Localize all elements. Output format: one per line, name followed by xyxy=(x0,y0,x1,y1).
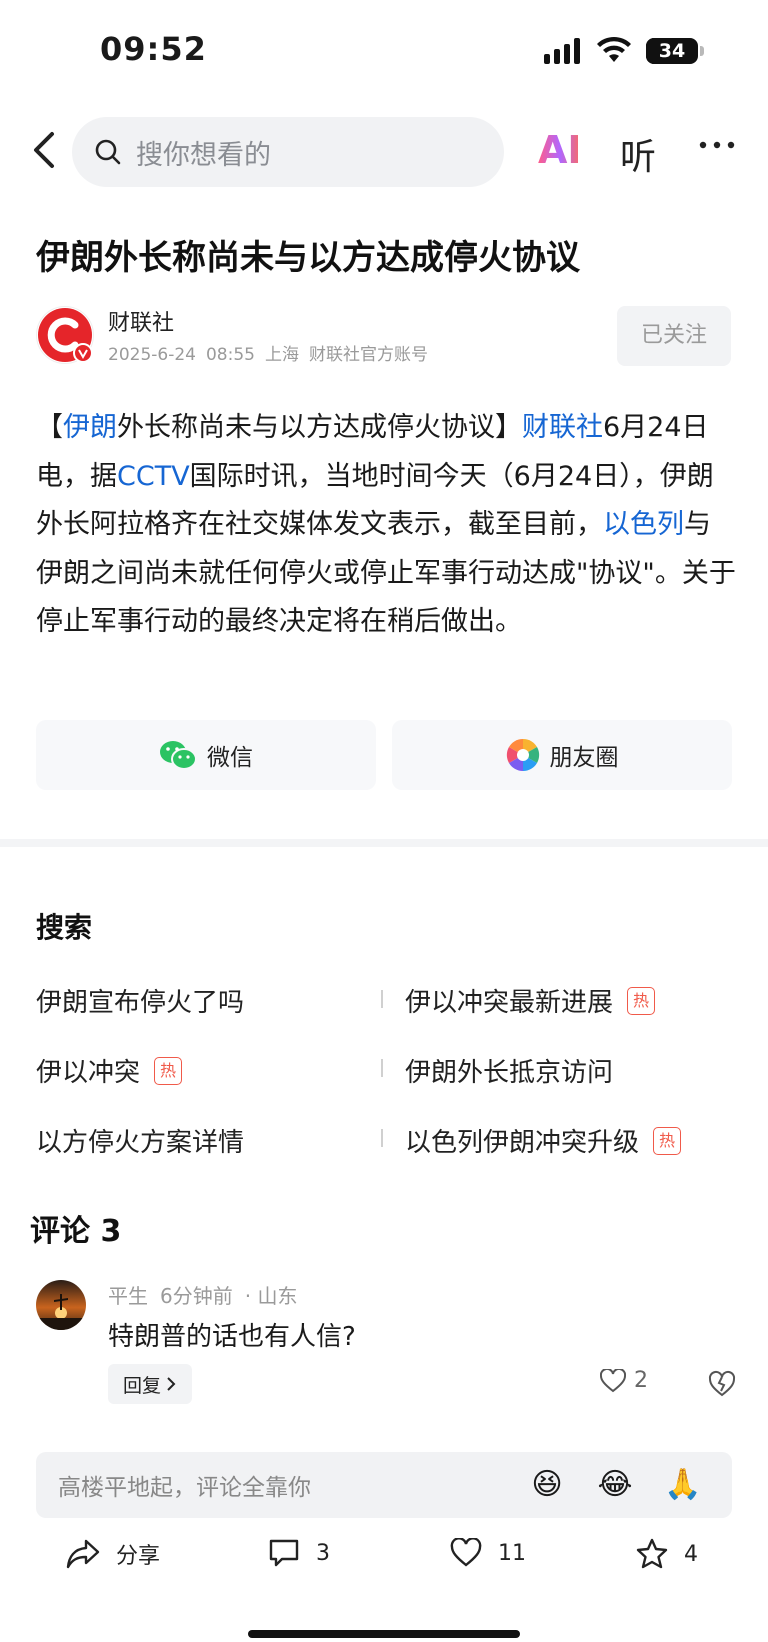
account-type: 财联社官方账号 xyxy=(308,345,428,365)
favorite-button[interactable]: 4 xyxy=(636,1538,698,1570)
moments-icon xyxy=(506,738,539,772)
favorites-count: 4 xyxy=(684,1541,698,1567)
search-bar[interactable]: 搜你想看的 xyxy=(72,117,504,187)
comment-bubble-icon xyxy=(269,1539,299,1567)
comment-time: 6分钟前 xyxy=(160,1284,233,1308)
share-label: 分享 xyxy=(116,1544,161,1569)
like-button[interactable]: 11 xyxy=(450,1538,526,1568)
article-title: 伊朗外长称尚未与以方达成停火协议 xyxy=(36,238,580,278)
comment-input-placeholder: 高楼平地起，评论全靠你 xyxy=(58,1475,311,1501)
reply-label: 回复 xyxy=(122,1374,161,1397)
search-section-title: 搜索 xyxy=(36,911,93,944)
more-options-icon[interactable] xyxy=(698,140,736,150)
search-suggestion[interactable]: 伊朗宣布停火了吗 xyxy=(36,982,244,1019)
battery-icon: 34 xyxy=(646,38,704,64)
hot-badge: 热 xyxy=(154,1056,183,1085)
body-text: 【 xyxy=(36,412,63,443)
laughing-emoji-icon[interactable]: 😆 xyxy=(528,1466,566,1504)
chevron-right-icon xyxy=(167,1377,176,1391)
wifi-icon xyxy=(597,36,631,62)
suggestion-text: 伊朗宣布停火了吗 xyxy=(36,988,245,1018)
heart-outline-icon xyxy=(600,1368,626,1392)
comment-like-button[interactable]: 2 xyxy=(600,1368,648,1393)
praying-hands-emoji-icon[interactable]: 🙏 xyxy=(664,1466,702,1504)
share-moments-button[interactable]: 朋友圈 xyxy=(392,720,732,790)
share-arrow-icon xyxy=(66,1539,100,1569)
scroll-fade xyxy=(0,1412,768,1452)
comment-text: 特朗普的话也有人信? xyxy=(108,1322,356,1352)
section-divider xyxy=(0,839,768,847)
comments-title: 评论 3 xyxy=(30,1214,122,1249)
column-divider xyxy=(381,1129,383,1147)
star-icon xyxy=(636,1538,668,1569)
broken-heart-icon[interactable] xyxy=(708,1370,736,1398)
sunset-avatar-image xyxy=(36,1280,86,1330)
battery-level: 34 xyxy=(658,40,686,62)
column-divider xyxy=(381,990,383,1008)
listen-button[interactable]: 听 xyxy=(620,128,656,180)
link-iran[interactable]: 伊朗 xyxy=(63,412,117,443)
body-text: 外长称尚未与以方达成停火协议】 xyxy=(117,412,522,443)
wechat-icon xyxy=(160,741,197,770)
search-suggestion[interactable]: 伊以冲突 热 xyxy=(36,1052,183,1089)
search-icon xyxy=(95,139,121,165)
suggestion-text: 以色列伊朗冲突升级 xyxy=(405,1128,640,1158)
hot-badge: 热 xyxy=(627,986,656,1015)
publish-location: 上海 xyxy=(264,345,299,365)
hot-badge: 热 xyxy=(653,1126,682,1155)
crying-laughing-emoji-icon[interactable]: 😂 xyxy=(596,1466,634,1504)
suggestion-text: 伊以冲突 xyxy=(36,1058,141,1088)
share-moments-label: 朋友圈 xyxy=(549,745,619,771)
comment-meta: 平生 6分钟前 · 山东 xyxy=(108,1280,309,1309)
link-israel[interactable]: 以色列 xyxy=(603,509,684,540)
link-cctv[interactable]: CCTV xyxy=(117,461,190,492)
comments-count: 3 xyxy=(316,1540,330,1566)
article-body: 【伊朗外长称尚未与以方达成停火协议】财联社6月24日电，据CCTV国际时讯，当地… xyxy=(36,404,736,647)
search-placeholder: 搜你想看的 xyxy=(136,139,271,171)
comment-like-count: 2 xyxy=(634,1368,648,1393)
comments-button[interactable]: 3 xyxy=(268,1538,330,1568)
status-time: 09:52 xyxy=(100,30,207,68)
reply-button[interactable]: 回复 xyxy=(108,1364,192,1404)
search-suggestion[interactable]: 伊朗外长抵京访问 xyxy=(405,1052,613,1089)
source-avatar[interactable] xyxy=(36,306,94,364)
ai-button[interactable]: AI xyxy=(538,128,582,172)
search-suggestion[interactable]: 伊以冲突最新进展 热 xyxy=(405,982,656,1019)
source-meta: 2025-6-24 08:55 上海 财联社官方账号 xyxy=(108,340,438,365)
share-button[interactable]: 分享 xyxy=(66,1538,160,1570)
suggestion-text: 以方停火方案详情 xyxy=(36,1128,245,1158)
search-suggestion[interactable]: 以色列伊朗冲突升级 热 xyxy=(405,1122,682,1159)
home-indicator[interactable] xyxy=(248,1630,520,1638)
publish-date: 2025-6-24 xyxy=(108,345,196,365)
source-name[interactable]: 财联社 xyxy=(108,305,174,337)
commenter-name[interactable]: 平生 xyxy=(108,1284,148,1308)
link-cls[interactable]: 财联社 xyxy=(522,412,603,443)
heart-icon xyxy=(450,1538,482,1567)
suggestion-text: 伊朗外长抵京访问 xyxy=(405,1058,614,1088)
commenter-avatar[interactable] xyxy=(36,1280,86,1330)
follow-button[interactable]: 已关注 xyxy=(617,306,731,366)
publish-time: 08:55 xyxy=(205,345,255,365)
share-wechat-button[interactable]: 微信 xyxy=(36,720,376,790)
cellular-signal-icon xyxy=(544,38,580,64)
search-suggestion[interactable]: 以方停火方案详情 xyxy=(36,1122,244,1159)
cls-logo-icon xyxy=(38,308,93,363)
likes-count: 11 xyxy=(498,1540,526,1566)
column-divider xyxy=(381,1059,383,1077)
suggestion-text: 伊以冲突最新进展 xyxy=(405,988,614,1018)
back-arrow-icon[interactable] xyxy=(28,128,64,172)
share-wechat-label: 微信 xyxy=(207,745,253,771)
comment-input[interactable]: 高楼平地起，评论全靠你 😆 😂 🙏 xyxy=(36,1452,732,1518)
comment-location: · 山东 xyxy=(244,1284,298,1308)
